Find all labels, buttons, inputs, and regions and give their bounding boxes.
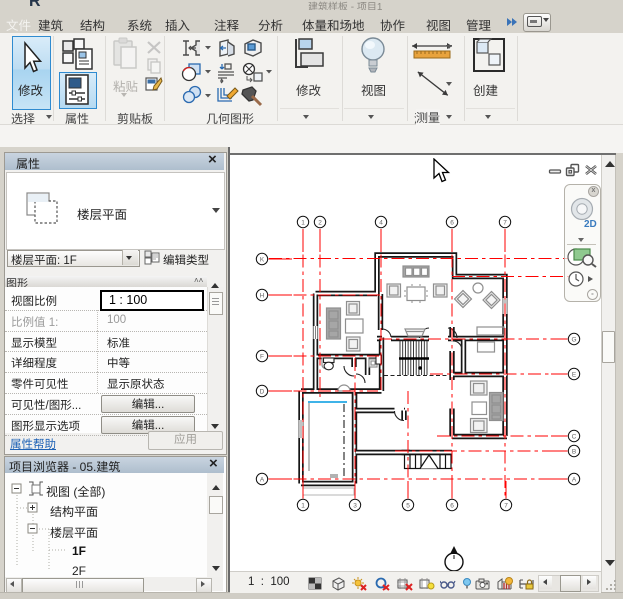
svg-text:A: A	[572, 477, 577, 484]
svg-text:H: H	[260, 293, 265, 300]
svg-text:C: C	[572, 434, 577, 441]
svg-text:K: K	[260, 257, 265, 264]
svg-text:4: 4	[379, 220, 383, 227]
svg-text:6: 6	[450, 503, 454, 510]
svg-text:A: A	[260, 477, 265, 484]
svg-text:7: 7	[503, 220, 507, 227]
svg-text:D: D	[260, 389, 265, 396]
svg-text:6: 6	[450, 220, 454, 227]
svg-text:7: 7	[504, 503, 508, 510]
svg-text:2D: 2D	[584, 219, 597, 230]
svg-text:1: 1	[301, 220, 305, 227]
svg-text:F: F	[260, 354, 264, 361]
svg-text:B: B	[572, 449, 576, 456]
svg-text:5: 5	[406, 503, 410, 510]
svg-text:2: 2	[318, 220, 322, 227]
svg-text:3: 3	[353, 503, 357, 510]
svg-text:1: 1	[301, 503, 305, 510]
svg-text:G: G	[571, 337, 576, 344]
svg-text:E: E	[572, 372, 577, 379]
